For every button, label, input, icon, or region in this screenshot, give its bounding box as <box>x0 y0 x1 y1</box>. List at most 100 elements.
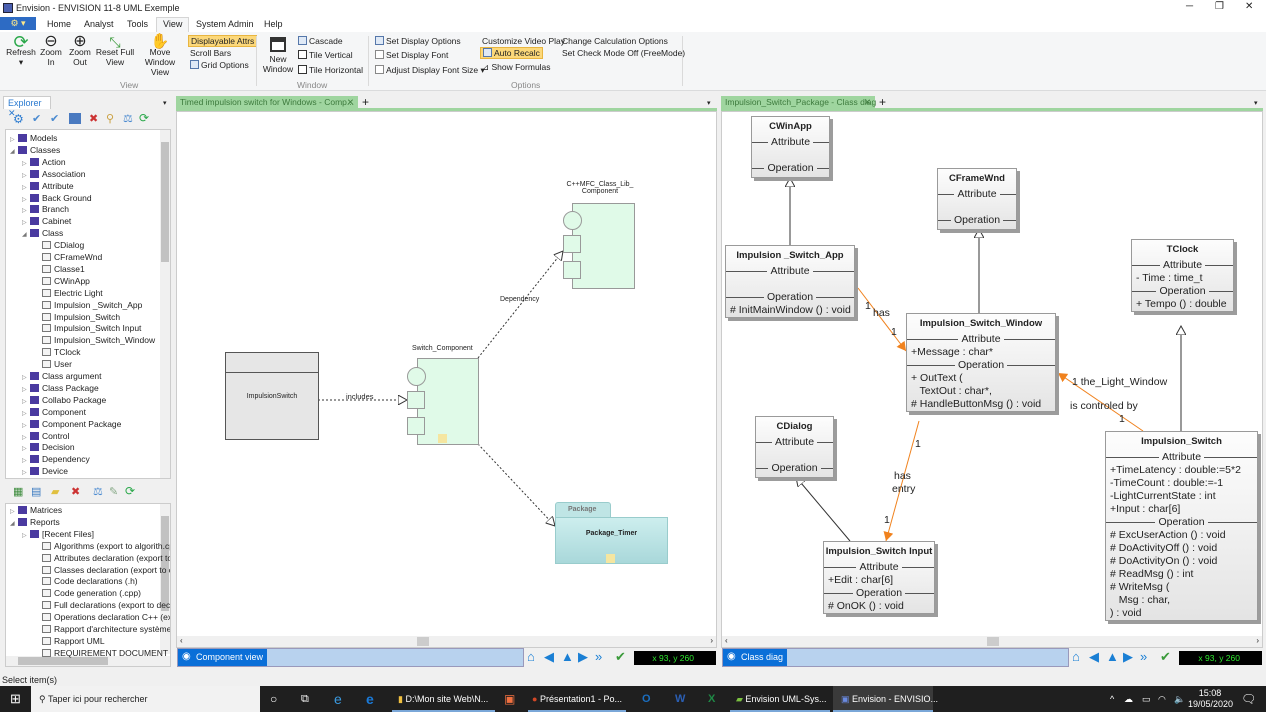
tab-tools[interactable]: Tools <box>121 18 154 30</box>
adjust-font-size-button[interactable]: Adjust Display Font Size ▾ <box>375 65 485 75</box>
horizontal-scrollbar[interactable]: ‹ › <box>722 636 1262 647</box>
home-icon[interactable]: ⌂ <box>527 649 535 664</box>
tree-item[interactable]: ◢ Classes <box>10 144 60 156</box>
tab-help[interactable]: Help <box>258 18 289 30</box>
volume-icon[interactable]: 🔈 <box>1174 686 1185 712</box>
tree-item[interactable]: ▷ Component <box>22 406 86 418</box>
tree-item[interactable]: Code declarations (.h) <box>34 575 138 587</box>
tree-item[interactable]: Impulsion _Switch_App <box>34 299 142 311</box>
expand-icon[interactable]: ▷ <box>22 530 30 542</box>
tree-item[interactable]: ▷ Branch <box>22 203 69 215</box>
tree-item[interactable]: Impulsion_Switch <box>34 311 120 323</box>
collapse-icon[interactable]: ◢ <box>22 229 30 241</box>
auto-recalc-button[interactable]: Auto Recalc <box>480 47 543 59</box>
class-box[interactable]: CDialog Attribute Operation <box>755 416 834 478</box>
tree-item[interactable]: ▷ Matrices <box>10 504 62 516</box>
scroll-right-icon[interactable]: › <box>710 636 713 645</box>
tree-item[interactable]: Code generation (.cpp) <box>34 587 141 599</box>
class-box[interactable]: CFrameWnd Attribute Operation <box>937 168 1017 230</box>
onedrive-icon[interactable]: ☁ <box>1124 686 1133 712</box>
add-report-icon[interactable]: ▤ <box>31 485 41 498</box>
tree-item[interactable]: ▷ Device <box>22 465 68 477</box>
fast-forward-icon[interactable]: » <box>595 649 602 664</box>
scroll-right-icon[interactable]: › <box>1256 636 1259 645</box>
scrollbar-thumb[interactable] <box>417 637 429 646</box>
close-button[interactable]: ✕ <box>1245 1 1253 12</box>
tree-item[interactable]: Operations declaration C++ (exp <box>34 611 170 623</box>
refresh-icon[interactable]: ⟳ <box>139 111 149 125</box>
reset-full-view-button[interactable]: ⤡ Reset Full View <box>95 35 135 67</box>
tab-home[interactable]: Home <box>41 18 77 30</box>
tree-item[interactable]: ◢ Reports <box>10 516 60 528</box>
explorer-menu-icon[interactable]: ▾ <box>163 99 167 107</box>
taskbar-app-envision[interactable]: ▣ Envision - ENVISIO... <box>833 686 938 712</box>
tab-list-icon[interactable]: ▾ <box>707 99 711 107</box>
move-window-view-button[interactable]: ✋ Move Window View <box>135 34 185 77</box>
tree-scrollbar[interactable] <box>160 130 170 478</box>
zoom-out-button[interactable]: ⊕ Zoom Out <box>67 34 93 68</box>
change-calculation-options-button[interactable]: Change Calculation Options <box>562 36 668 46</box>
arrow-left-icon[interactable]: ◀ <box>544 649 554 665</box>
new-window-button[interactable]: New Window <box>261 37 295 74</box>
tree-item[interactable]: User <box>34 358 72 370</box>
check-down-icon[interactable]: ✔ <box>32 112 41 125</box>
tree-item[interactable]: Impulsion_Switch Input <box>34 322 141 334</box>
explorer-tab[interactable]: Explorer ✕ <box>3 96 51 118</box>
tree-item[interactable]: ▷ Class argument <box>22 370 102 382</box>
tab-list-icon[interactable]: ▾ <box>1254 99 1258 107</box>
cascade-button[interactable]: Cascade <box>298 36 343 46</box>
grid-options-button[interactable]: Grid Options <box>190 60 249 70</box>
battery-icon[interactable]: ▭ <box>1142 686 1151 712</box>
tree-item[interactable]: ▷ Control <box>22 430 69 442</box>
view-label[interactable]: Component view <box>178 649 268 666</box>
task-view-icon[interactable]: ⧉ <box>301 686 309 712</box>
split-icon[interactable]: ⚖ <box>123 112 133 125</box>
tree-item[interactable]: ▷ Dependency <box>22 453 90 465</box>
new-tab-button[interactable]: + <box>879 95 886 109</box>
tree-item[interactable]: Full declarations (export to decla <box>34 599 170 611</box>
scroll-bars-button[interactable]: Scroll Bars <box>190 48 231 58</box>
horizontal-scrollbar[interactable]: ‹ › <box>177 636 716 647</box>
scroll-left-icon[interactable]: ‹ <box>725 636 728 645</box>
collapse-icon[interactable]: ◢ <box>10 146 18 158</box>
tab-close-icon[interactable]: ✕ <box>864 97 871 108</box>
link-icon[interactable]: ⚲ <box>106 112 114 125</box>
tree-item[interactable]: Rapport UML <box>34 635 105 647</box>
gear-icon[interactable]: ⚙ <box>13 112 24 126</box>
tree-item[interactable]: ▷ [Recent Files] <box>22 528 94 540</box>
taskbar-app-envision-uml[interactable]: ▰ Envision UML-Sys... <box>730 686 830 712</box>
tree-item[interactable]: ▷ Collabo Package <box>22 394 106 406</box>
tree-item[interactable]: REQUIREMENT DOCUMENT <box>34 647 168 659</box>
delete-icon[interactable]: ✖ <box>71 485 80 498</box>
tree-item[interactable]: Algorithms (export to algorith.cp <box>34 540 170 552</box>
tree-item[interactable]: ▷ Back Ground <box>22 192 92 204</box>
tab-system-admin[interactable]: System Admin <box>190 18 260 30</box>
set-display-font-button[interactable]: Set Display Font <box>375 50 448 60</box>
tree-item[interactable]: CDialog <box>34 239 84 251</box>
refresh-button[interactable]: ⟳ Refresh ▾ <box>6 33 36 67</box>
tray-expand-icon[interactable]: ^ <box>1110 686 1114 712</box>
class-box[interactable]: TClock Attribute - Time : time_t Operation +… <box>1131 239 1234 312</box>
word-icon[interactable]: W <box>675 686 685 712</box>
scrollbar-thumb[interactable] <box>161 142 169 262</box>
tile-horizontal-button[interactable]: Tile Horizontal <box>298 65 363 75</box>
clock[interactable]: 15:08 19/05/2020 <box>1188 686 1233 712</box>
arrow-up-icon[interactable]: ▲ <box>561 649 574 664</box>
switch-component[interactable] <box>417 358 479 445</box>
tile-vertical-button[interactable]: Tile Vertical <box>298 50 353 60</box>
tree-item[interactable]: ▷ Cabinet <box>22 215 71 227</box>
tree-item[interactable]: Impulsion_Switch_Window <box>34 334 155 346</box>
list-icon[interactable] <box>69 113 81 124</box>
class-box[interactable]: CWinApp Attribute Operation <box>751 116 830 178</box>
tree-item[interactable]: ▷ Action <box>22 156 66 168</box>
check-icon[interactable]: ✔ <box>1160 649 1171 665</box>
customize-video-play-button[interactable]: Customize Video Play <box>482 36 565 46</box>
arrow-right-icon[interactable]: ▶ <box>578 649 588 665</box>
store-icon[interactable]: ▣ <box>504 686 515 712</box>
class-box[interactable]: Impulsion_Switch Input Attribute +Edit : c… <box>823 541 935 614</box>
zoom-in-button[interactable]: ⊖ Zoom In <box>38 34 64 68</box>
tree-item[interactable]: ▷ Decision <box>22 441 75 453</box>
edge-icon[interactable]: e <box>366 686 374 712</box>
tree-item[interactable]: TClock <box>34 346 80 358</box>
arrow-right-icon[interactable]: ▶ <box>1123 649 1133 665</box>
